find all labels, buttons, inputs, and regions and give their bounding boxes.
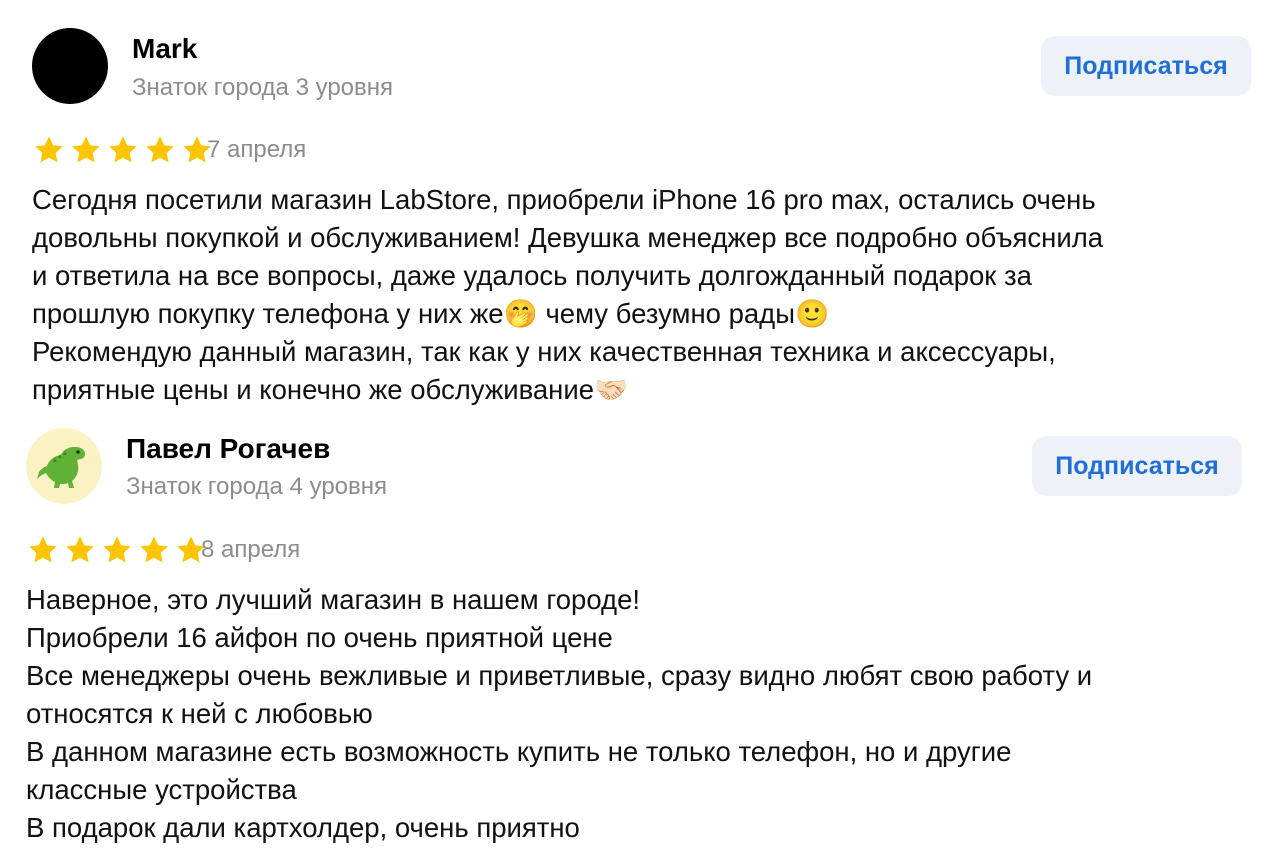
star-icon — [109, 136, 137, 163]
review-date: 7 апреля — [207, 136, 307, 163]
star-icon — [66, 536, 94, 563]
review-text-line: Рекомендую данный магазин, так как у них… — [32, 336, 1056, 367]
review-date: 8 апреля — [201, 536, 301, 563]
author-level: Знаток города 4 уровня — [126, 473, 388, 500]
star-icon — [29, 536, 57, 563]
rating-stars — [32, 134, 214, 166]
review-text-line: относятся к ней с любовью — [26, 698, 373, 729]
review-text-line: Наверное, это лучший магазин в нашем гор… — [26, 584, 641, 615]
review-text-line: В подарок дали картхолдер, очень приятно — [26, 812, 580, 843]
author-name[interactable]: Павел Рогачев — [126, 433, 330, 465]
subscribe-button[interactable]: Подписаться — [1041, 36, 1251, 96]
avatar[interactable] — [32, 28, 108, 104]
dinosaur-icon — [37, 447, 85, 488]
review-text-line: и ответила на все вопросы, даже удалось … — [32, 260, 1032, 291]
review-text-line: Все менеджеры очень вежливые и приветлив… — [26, 660, 1093, 691]
review-text-line: прошлую покупку телефона у них же🤭 чему … — [32, 298, 830, 329]
review-text-line: Приобрели 16 айфон по очень приятной цен… — [26, 622, 613, 653]
review-text: Сегодня посетили магазин LabStore, приоб… — [32, 181, 1103, 409]
star-icon — [103, 536, 131, 563]
author-name[interactable]: Mark — [132, 33, 197, 65]
review-text-line: классные устройства — [26, 774, 297, 805]
review-text: Наверное, это лучший магазин в нашем гор… — [26, 581, 1092, 847]
review-text-line: довольны покупкой и обслуживанием! Девуш… — [32, 222, 1104, 253]
subscribe-button[interactable]: Подписаться — [1032, 436, 1242, 496]
avatar[interactable] — [26, 428, 102, 504]
review-text-line: В данном магазине есть возможность купит… — [26, 736, 1012, 767]
author-level: Знаток города 3 уровня — [132, 74, 394, 101]
review-text-line: приятные цены и конечно же обслуживание🤝… — [32, 374, 629, 405]
star-icon — [140, 536, 168, 563]
star-icon — [35, 136, 63, 163]
review-text-line: Сегодня посетили магазин LabStore, приоб… — [32, 184, 1096, 215]
rating-stars — [26, 534, 208, 566]
star-icon — [146, 136, 174, 163]
star-icon — [72, 136, 100, 163]
